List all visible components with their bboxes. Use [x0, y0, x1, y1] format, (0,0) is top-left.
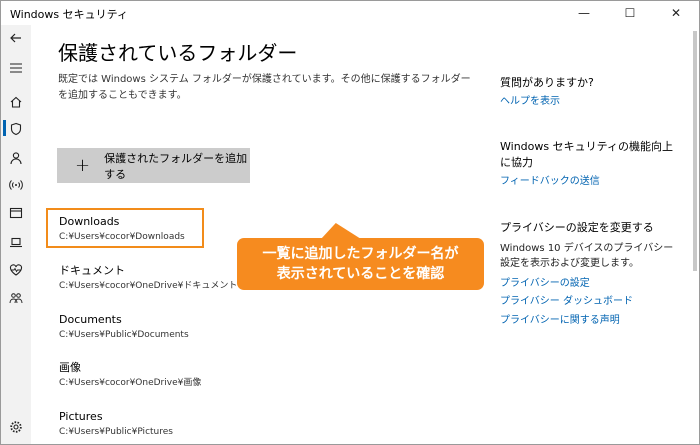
- shield-icon: [10, 122, 22, 136]
- page-description: 既定では Windows システム フォルダーが保護されています。その他に保護す…: [58, 74, 471, 101]
- wifi-antenna-icon: [9, 180, 23, 190]
- sidebar-item-device-security[interactable]: [1, 229, 31, 255]
- callout-line-1: 一覧に追加したフォルダー名が: [262, 246, 459, 262]
- privacy-description: Windows 10 デバイスのプライバシー設定を表示および変更します。: [500, 243, 674, 269]
- sidebar-item-device-health[interactable]: [1, 257, 31, 283]
- sidebar-item-firewall[interactable]: [1, 172, 31, 198]
- family-icon: [9, 293, 23, 304]
- feedback-link[interactable]: フィードバックの送信: [500, 175, 600, 189]
- privacy-statement-link[interactable]: プライバシーに関する声明: [500, 314, 620, 328]
- maximize-icon: ☐: [624, 6, 636, 20]
- sidebar: [1, 25, 31, 444]
- sidebar-item-app-browser[interactable]: [1, 200, 31, 226]
- sidebar-item-home[interactable]: [1, 89, 31, 115]
- add-protected-folder-button[interactable]: + 保護されたフォルダーを追加する: [57, 148, 250, 183]
- folder-path: C:¥Users¥Public¥Documents: [59, 330, 189, 340]
- hamburger-menu-icon: [10, 63, 22, 73]
- back-arrow-icon: [10, 33, 21, 43]
- callout-pointer: [309, 223, 361, 239]
- home-icon: [10, 96, 22, 108]
- privacy-heading: プライバシーの設定を変更する: [500, 221, 654, 234]
- folder-item-pictures[interactable]: Pictures C:¥Users¥Public¥Pictures: [59, 410, 173, 439]
- folder-path: C:¥Users¥cocor¥OneDrive¥ドキュメント: [59, 281, 238, 291]
- menu-button[interactable]: [1, 55, 31, 81]
- app-window: Windows セキュリティ — ☐ ✕ 保護されているフォルダー 既定では W…: [0, 0, 700, 445]
- improve-heading: Windows セキュリティの機能向上に協力: [500, 140, 673, 169]
- folder-path: C:¥Users¥Public¥Pictures: [59, 427, 173, 437]
- scrollbar[interactable]: [693, 31, 697, 271]
- questions-heading: 質問がありますか?: [500, 76, 594, 89]
- sidebar-item-family[interactable]: [1, 285, 31, 311]
- app-browser-icon: [9, 207, 23, 219]
- title-bar: Windows セキュリティ — ☐ ✕: [1, 1, 699, 25]
- minimize-button[interactable]: —: [561, 1, 607, 25]
- window-title: Windows セキュリティ: [10, 8, 128, 21]
- close-button[interactable]: ✕: [653, 1, 699, 25]
- folder-item-pictures-jp[interactable]: 画像 C:¥Users¥cocor¥OneDrive¥画像: [59, 361, 201, 390]
- close-icon: ✕: [670, 6, 682, 20]
- minimize-icon: —: [578, 6, 590, 20]
- help-link[interactable]: ヘルプを表示: [500, 95, 560, 109]
- sidebar-item-virus-protection[interactable]: [1, 116, 31, 142]
- sidebar-item-account[interactable]: [1, 145, 31, 171]
- folder-name: Documents: [59, 313, 122, 326]
- callout-line-2: 表示されていることを確認: [276, 266, 445, 282]
- heart-icon: [9, 264, 23, 276]
- folder-item-documents-jp[interactable]: ドキュメント C:¥Users¥cocor¥OneDrive¥ドキュメント: [59, 264, 237, 293]
- folder-item-documents[interactable]: Documents C:¥Users¥Public¥Documents: [59, 313, 189, 342]
- folder-path: C:¥Users¥cocor¥OneDrive¥画像: [59, 378, 202, 388]
- laptop-icon: [10, 237, 22, 248]
- folder-name: 画像: [59, 361, 81, 374]
- page-title: 保護されているフォルダー: [58, 41, 298, 65]
- account-icon: [10, 152, 22, 165]
- settings-button[interactable]: [1, 414, 31, 440]
- folder-name: ドキュメント: [59, 264, 125, 277]
- highlight-box: [46, 208, 204, 248]
- maximize-button[interactable]: ☐: [607, 1, 653, 25]
- privacy-settings-link[interactable]: プライバシーの設定: [500, 277, 590, 291]
- privacy-dashboard-link[interactable]: プライバシー ダッシュボード: [500, 295, 633, 309]
- callout-text: 一覧に追加したフォルダー名が 表示されていることを確認: [237, 244, 484, 284]
- plus-icon: +: [75, 154, 91, 176]
- add-button-label: 保護されたフォルダーを追加する: [104, 151, 248, 181]
- back-button[interactable]: [1, 25, 31, 51]
- folder-name: Pictures: [59, 410, 103, 423]
- gear-icon: [10, 421, 22, 433]
